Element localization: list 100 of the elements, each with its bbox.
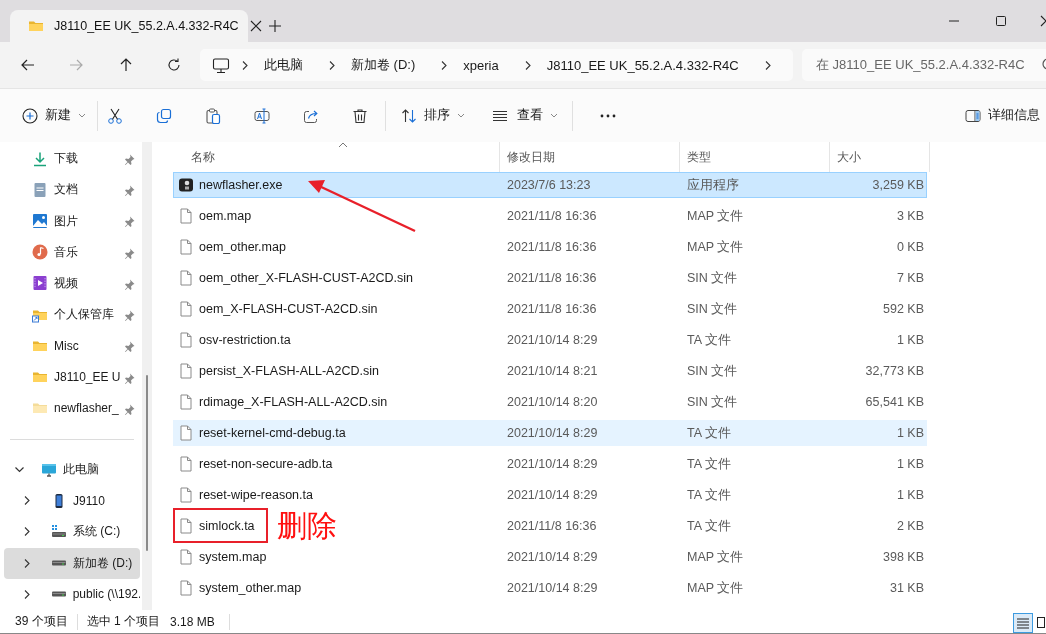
pin-icon	[124, 184, 136, 198]
file-icon	[178, 487, 194, 503]
search-field[interactable]: 在 J8110_EE UK_55.2.A.4.332-R4C	[802, 49, 1046, 81]
clipboard-icon[interactable]	[205, 107, 221, 124]
back-button[interactable]	[20, 57, 36, 73]
type-cell-text: TA 文件	[686, 517, 732, 535]
date-cell-text: 2021/11/8 16:36	[506, 240, 598, 254]
size-cell-text: 0 KB	[895, 240, 925, 254]
type-cell-text: MAP 文件	[686, 548, 745, 566]
chevron-right-icon[interactable]	[240, 59, 250, 71]
size-cell-text: 7 KB	[895, 271, 925, 285]
tab-close-icon[interactable]	[248, 19, 263, 33]
breadcrumb[interactable]: 此电脑	[250, 56, 317, 74]
sidebar-item[interactable]: 下载	[4, 143, 140, 175]
chevron-right-icon	[22, 557, 32, 569]
pin-icon	[124, 153, 136, 166]
date-cell-text: 2023/7/6 13:23	[506, 178, 592, 192]
address-bar[interactable]: 此电脑 新加卷 (D:) xperia J8110_EE UK_55.2.A.4.332-R4C	[200, 49, 793, 81]
size-cell-text: 32,773 KB	[864, 364, 925, 378]
copy-icon[interactable]	[156, 107, 172, 124]
details-button[interactable]: 详细信息	[965, 99, 1040, 132]
monitor-icon	[41, 461, 57, 478]
scissors-icon[interactable]	[107, 107, 123, 124]
size-cell-text: 592 KB	[882, 302, 925, 316]
details-pane-icon	[965, 107, 981, 124]
rename-icon[interactable]	[254, 107, 270, 124]
file-row[interactable]: reset-non-secure-adb.ta 2021/10/14 8:29 TA 文件 1 KB	[173, 451, 927, 477]
file-row[interactable]: persist_X-FLASH-ALL-A2CD.sin 2021/10/14 8:21 SIN 文件 32,773 KB	[173, 358, 927, 384]
type-cell-text: TA 文件	[686, 455, 732, 473]
breadcrumb[interactable]: 新加卷 (D:)	[337, 56, 430, 74]
drive-icon	[51, 560, 67, 567]
chevron-right-icon	[22, 526, 32, 538]
pin-icon	[124, 215, 136, 229]
file-row[interactable]: system_other.map 2021/10/14 8:29 MAP 文件 31 KB	[173, 575, 927, 601]
scrollbar-thumb[interactable]	[146, 375, 148, 551]
date-cell-text: 2021/11/8 16:36	[506, 271, 598, 285]
file-row[interactable]: system.map 2021/10/14 8:29 MAP 文件 398 KB	[173, 544, 927, 570]
sort-button[interactable]: 排序	[401, 99, 465, 132]
chevron-right-icon[interactable]	[327, 59, 337, 71]
up-button[interactable]	[118, 57, 134, 73]
file-name: reset-kernel-cmd-debug.ta	[199, 426, 346, 440]
file-row[interactable]: simlock.ta 删除 2021/11/8 16:36 TA 文件 2 KB	[173, 513, 927, 539]
refresh-button[interactable]	[166, 57, 182, 73]
new-tab-button[interactable]	[268, 19, 282, 33]
file-icon	[178, 549, 194, 565]
view-button[interactable]: 查看	[492, 99, 558, 132]
breadcrumb[interactable]: xperia	[449, 57, 513, 73]
sidebar-item[interactable]: 音乐	[4, 236, 140, 268]
caret-down-icon	[78, 112, 86, 119]
sidebar-item[interactable]: newflasher_	[4, 392, 140, 424]
tree-item[interactable]: public (\\192.	[4, 578, 140, 610]
sidebar-item[interactable]: 文档	[4, 174, 140, 206]
system-drive-icon	[51, 524, 67, 540]
more-icon[interactable]	[599, 112, 617, 119]
tree-item[interactable]: J9110	[4, 485, 140, 517]
size-cell-text: 1 KB	[895, 488, 925, 502]
new-button[interactable]: 新建	[22, 99, 86, 132]
date-cell-text: 2021/10/14 8:29	[506, 488, 599, 502]
drive-icon	[50, 591, 67, 598]
date-cell-text: 2021/11/8 16:36	[506, 302, 598, 316]
date-cell-text: 2021/10/14 8:21	[506, 364, 599, 378]
file-row[interactable]: osv-restriction.ta 2021/10/14 8:29 TA 文件 1 KB	[173, 327, 927, 353]
sort-up-icon	[338, 142, 348, 148]
file-row[interactable]: oem_other_X-FLASH-CUST-A2CD.sin 2021/11/8 16:36 SIN 文件 7 KB	[173, 265, 927, 291]
sidebar-item[interactable]: 视频	[4, 267, 140, 300]
tree-item[interactable]: 此电脑	[4, 453, 140, 486]
chevron-right-icon	[22, 588, 32, 600]
type-cell-text: MAP 文件	[686, 579, 745, 597]
size-cell-text: 398 KB	[882, 550, 925, 564]
sidebar-item[interactable]: 图片	[4, 205, 140, 237]
file-row[interactable]: oem.map 2021/11/8 16:36 MAP 文件 3 KB	[173, 203, 927, 229]
file-name: reset-non-secure-adb.ta	[199, 457, 333, 471]
file-row[interactable]: newflasher.exe 2023/7/6 13:23 应用程序 3,259 KB	[173, 172, 927, 198]
file-icon	[178, 456, 194, 472]
trash-icon[interactable]	[352, 107, 368, 124]
pin-icon	[124, 309, 136, 323]
file-row[interactable]: reset-wipe-reason.ta 2021/10/14 8:29 TA 文件 1 KB	[173, 482, 927, 508]
tree-item[interactable]: 新加卷 (D:)	[4, 547, 140, 579]
sidebar-item[interactable]: 个人保管库	[4, 299, 140, 331]
file-name: rdimage_X-FLASH-ALL-A2CD.sin	[199, 395, 388, 409]
type-cell-text: SIN 文件	[686, 362, 739, 380]
breadcrumb[interactable]: J8110_EE UK_55.2.A.4.332-R4C	[532, 57, 753, 73]
type-cell-text: TA 文件	[686, 424, 732, 442]
chevron-right-icon[interactable]	[439, 59, 450, 71]
file-name: oem.map	[199, 209, 252, 223]
computer-icon[interactable]	[212, 56, 230, 74]
tree-item[interactable]: 系统 (C:)	[4, 516, 140, 548]
file-row[interactable]: oem_other.map 2021/11/8 16:36 MAP 文件 0 KB	[173, 234, 927, 260]
app-icon	[178, 177, 194, 193]
file-name: oem_other.map	[199, 240, 286, 254]
type-cell-text: SIN 文件	[686, 300, 739, 318]
file-name: newflasher.exe	[199, 178, 283, 192]
file-row[interactable]: reset-kernel-cmd-debug.ta 2021/10/14 8:29 TA 文件 1 KB	[173, 420, 927, 446]
sidebar-item[interactable]: J8110_EE U	[4, 361, 140, 393]
file-name: simlock.ta	[199, 519, 255, 533]
date-cell-text: 2021/10/14 8:20	[506, 395, 599, 409]
file-row[interactable]: oem_X-FLASH-CUST-A2CD.sin 2021/11/8 16:36 SIN 文件 592 KB	[173, 296, 927, 322]
maximize-icon[interactable]	[995, 15, 1007, 27]
sidebar-item[interactable]: Misc	[4, 330, 140, 362]
file-row[interactable]: rdimage_X-FLASH-ALL-A2CD.sin 2021/10/14 8:20 SIN 文件 65,541 KB	[173, 389, 927, 415]
